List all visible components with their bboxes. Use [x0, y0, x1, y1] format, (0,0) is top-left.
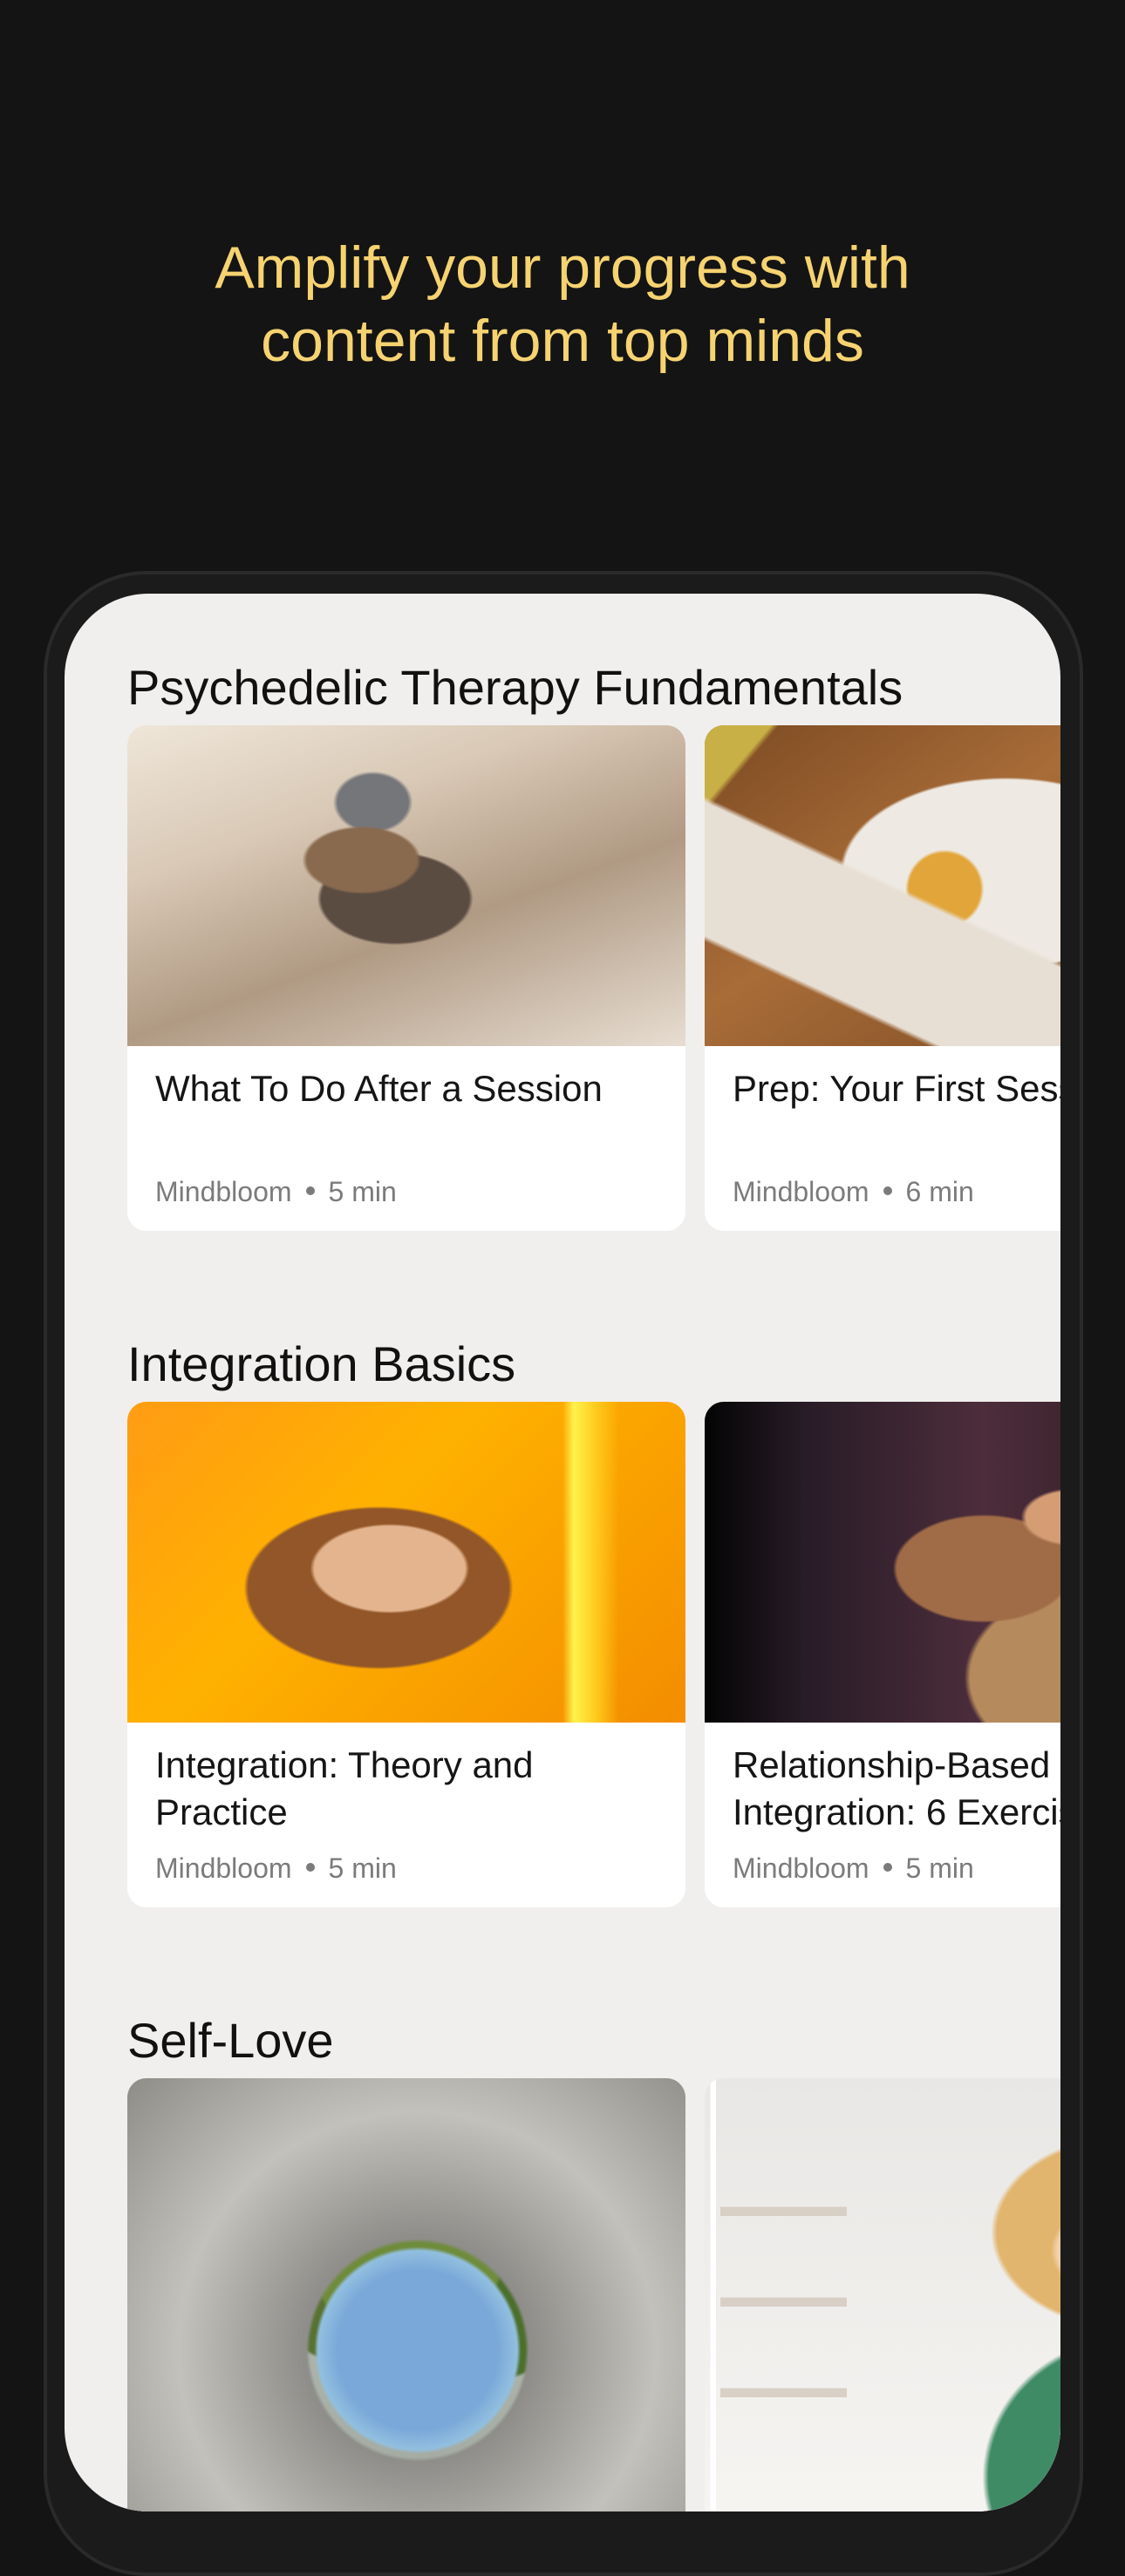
publisher-label: Mindbloom — [155, 1852, 292, 1884]
card-title: Integration: Theory and Practice — [155, 1744, 534, 1832]
duration-label: 5 min — [328, 1176, 397, 1207]
separator-dot — [305, 1186, 315, 1195]
headline-line-1: Amplify your progress with — [215, 234, 910, 301]
woman-resting-in-bed-image — [127, 725, 685, 1046]
session-kit-case-image — [705, 725, 1060, 1046]
content-card[interactable]: Relationship-Based Integration: 6 Exerci… — [705, 1402, 1060, 1907]
section-title: Psychedelic Therapy Fundamentals — [127, 660, 903, 715]
duration-label: 6 min — [905, 1176, 974, 1207]
content-card[interactable] — [705, 2078, 1060, 2511]
content-card[interactable]: Prep: Your First Session Mindbloom 6 min — [705, 725, 1060, 1231]
publisher-label: Mindbloom — [155, 1176, 292, 1207]
card-carousel[interactable]: What To Do After a Session Mindbloom 5 mi… — [127, 725, 1060, 1231]
card-carousel[interactable] — [127, 2078, 1060, 2511]
phone-screen: Psychedelic Therapy Fundamentals What To… — [65, 594, 1060, 2511]
speaker-video-image — [705, 2078, 1060, 2511]
woman-in-golden-light-image — [127, 1402, 685, 1723]
publisher-label: Mindbloom — [733, 1176, 869, 1207]
duration-label: 5 min — [328, 1852, 397, 1884]
publisher-label: Mindbloom — [733, 1852, 869, 1884]
card-meta: Mindbloom 5 min — [155, 1176, 397, 1208]
tree-through-circular-opening-image — [127, 2078, 685, 2511]
separator-dot — [305, 1863, 315, 1872]
headline: Amplify your progress with content from … — [0, 231, 1125, 377]
card-carousel[interactable]: Integration: Theory and Practice Mindblo… — [127, 1402, 1060, 1907]
content-card[interactable]: Integration: Theory and Practice Mindblo… — [127, 1402, 685, 1907]
card-title: Relationship-Based Integration: 6 Exerci… — [733, 1744, 1060, 1832]
card-title: Prep: Your First Session — [733, 1068, 1060, 1109]
section-title: Integration Basics — [127, 1336, 516, 1391]
card-title: What To Do After a Session — [155, 1068, 603, 1109]
card-meta: Mindbloom 5 min — [733, 1852, 974, 1885]
content-card[interactable]: What To Do After a Session Mindbloom 5 mi… — [127, 725, 685, 1231]
card-meta: Mindbloom 6 min — [733, 1176, 974, 1208]
headline-line-2: content from top minds — [261, 308, 864, 374]
section-title: Self-Love — [127, 2013, 334, 2068]
separator-dot — [883, 1863, 892, 1872]
duration-label: 5 min — [905, 1852, 974, 1884]
card-meta: Mindbloom 5 min — [155, 1852, 397, 1885]
separator-dot — [883, 1186, 892, 1195]
couple-embracing-image — [705, 1402, 1060, 1723]
content-card[interactable] — [127, 2078, 685, 2511]
